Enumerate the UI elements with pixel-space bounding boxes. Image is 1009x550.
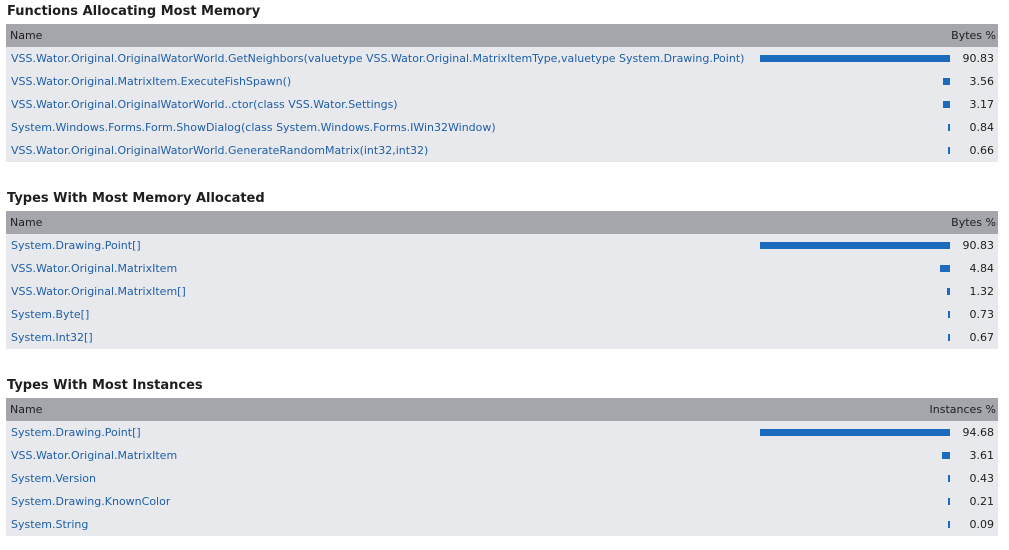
table-row[interactable]: System.String 0.09 — [6, 513, 998, 536]
table-row[interactable]: System.Drawing.KnownColor 0.21 — [6, 490, 998, 513]
table-row[interactable]: System.Drawing.Point[] 94.68 — [6, 421, 998, 444]
table-row[interactable]: System.Int32[] 0.67 — [6, 326, 998, 349]
row-percent-value: 0.73 — [969, 308, 995, 321]
percent-bar — [943, 101, 950, 108]
percent-bar — [948, 147, 950, 154]
column-header-metric[interactable]: Bytes % — [951, 211, 996, 234]
percent-bar-track — [760, 429, 950, 436]
row-percent-value: 90.83 — [962, 239, 995, 252]
row-name-link[interactable]: System.Drawing.Point[] — [11, 234, 141, 257]
percent-bar — [943, 78, 950, 85]
table-body: VSS.Wator.Original.OriginalWatorWorld.Ge… — [6, 47, 998, 162]
percent-bar — [942, 452, 950, 459]
percent-bar-track — [760, 498, 950, 505]
percent-bar-track — [760, 124, 950, 131]
table-row[interactable]: VSS.Wator.Original.OriginalWatorWorld.Ge… — [6, 47, 998, 70]
table-row[interactable]: VSS.Wator.Original.MatrixItem.ExecuteFis… — [6, 70, 998, 93]
table-row[interactable]: System.Byte[] 0.73 — [6, 303, 998, 326]
functions-allocating-section: Functions Allocating Most Memory Name Byte… — [6, 0, 998, 162]
percent-bar — [948, 521, 950, 528]
table-body: System.Drawing.Point[] 90.83 VSS.Wator.Ori… — [6, 234, 998, 349]
row-name-link[interactable]: VSS.Wator.Original.OriginalWatorWorld..c… — [11, 93, 398, 116]
row-name-link[interactable]: System.Byte[] — [11, 303, 89, 326]
percent-bar-track — [760, 147, 950, 154]
percent-bar-track — [760, 78, 950, 85]
row-percent-value: 3.61 — [969, 449, 995, 462]
row-percent-value: 0.84 — [969, 121, 995, 134]
percent-bar-track — [760, 101, 950, 108]
percent-bar-track — [760, 452, 950, 459]
table-row[interactable]: VSS.Wator.Original.MatrixItem 4.84 — [6, 257, 998, 280]
row-name-link[interactable]: System.Drawing.Point[] — [11, 421, 141, 444]
percent-bar — [760, 429, 950, 436]
row-percent-value: 0.66 — [969, 144, 995, 157]
section-title: Functions Allocating Most Memory — [7, 4, 261, 19]
percent-bar-track — [760, 55, 950, 62]
row-name-link[interactable]: VSS.Wator.Original.OriginalWatorWorld.Ge… — [11, 139, 428, 162]
percent-bar-track — [760, 265, 950, 272]
row-name-link[interactable]: VSS.Wator.Original.OriginalWatorWorld.Ge… — [11, 47, 744, 70]
percent-bar-track — [760, 242, 950, 249]
table-row[interactable]: VSS.Wator.Original.OriginalWatorWorld..c… — [6, 93, 998, 116]
row-name-link[interactable]: System.String — [11, 513, 88, 536]
section-title: Types With Most Memory Allocated — [7, 191, 265, 206]
percent-bar — [948, 475, 950, 482]
percent-bar — [948, 498, 950, 505]
section-title: Types With Most Instances — [7, 378, 203, 393]
row-percent-value: 3.56 — [969, 75, 995, 88]
row-name-link[interactable]: System.Windows.Forms.Form.ShowDialog(cla… — [11, 116, 496, 139]
percent-bar — [760, 242, 950, 249]
row-name-link[interactable]: System.Drawing.KnownColor — [11, 490, 170, 513]
table-row[interactable]: System.Version 0.43 — [6, 467, 998, 490]
column-header-name[interactable]: Name — [10, 398, 42, 421]
row-percent-value: 3.17 — [969, 98, 995, 111]
percent-bar-track — [760, 334, 950, 341]
row-percent-value: 0.67 — [969, 331, 995, 344]
percent-bar-track — [760, 521, 950, 528]
percent-bar-track — [760, 475, 950, 482]
row-name-link[interactable]: VSS.Wator.Original.MatrixItem — [11, 257, 177, 280]
row-name-link[interactable]: VSS.Wator.Original.MatrixItem.ExecuteFis… — [11, 70, 291, 93]
column-header-name[interactable]: Name — [10, 211, 42, 234]
percent-bar-track — [760, 311, 950, 318]
percent-bar — [948, 311, 950, 318]
column-header-name[interactable]: Name — [10, 24, 42, 47]
table-body: System.Drawing.Point[] 94.68 VSS.Wator.Ori… — [6, 421, 998, 536]
percent-bar — [948, 124, 950, 131]
types-instances-section: Types With Most Instances Name Instances %… — [6, 374, 998, 536]
percent-bar-track — [760, 288, 950, 295]
percent-bar — [940, 265, 950, 272]
row-percent-value: 90.83 — [962, 52, 995, 65]
percent-bar — [948, 334, 950, 341]
types-memory-section: Types With Most Memory Allocated Name Byte… — [6, 187, 998, 349]
table-row[interactable]: System.Windows.Forms.Form.ShowDialog(cla… — [6, 116, 998, 139]
row-percent-value: 4.84 — [969, 262, 995, 275]
percent-bar — [760, 55, 950, 62]
table-row[interactable]: VSS.Wator.Original.MatrixItem 3.61 — [6, 444, 998, 467]
table-row[interactable]: VSS.Wator.Original.MatrixItem[] 1.32 — [6, 280, 998, 303]
row-name-link[interactable]: System.Version — [11, 467, 96, 490]
table-row[interactable]: System.Drawing.Point[] 90.83 — [6, 234, 998, 257]
row-percent-value: 0.09 — [969, 518, 995, 531]
table-header: Name Bytes % — [6, 24, 998, 47]
row-percent-value: 1.32 — [969, 285, 995, 298]
table-header: Name Bytes % — [6, 211, 998, 234]
row-percent-value: 0.43 — [969, 472, 995, 485]
row-name-link[interactable]: VSS.Wator.Original.MatrixItem — [11, 444, 177, 467]
row-percent-value: 0.21 — [969, 495, 995, 508]
percent-bar — [947, 288, 950, 295]
table-header: Name Instances % — [6, 398, 998, 421]
column-header-metric[interactable]: Bytes % — [951, 24, 996, 47]
row-percent-value: 94.68 — [962, 426, 995, 439]
row-name-link[interactable]: VSS.Wator.Original.MatrixItem[] — [11, 280, 186, 303]
row-name-link[interactable]: System.Int32[] — [11, 326, 93, 349]
table-row[interactable]: VSS.Wator.Original.OriginalWatorWorld.Ge… — [6, 139, 998, 162]
column-header-metric[interactable]: Instances % — [930, 398, 996, 421]
